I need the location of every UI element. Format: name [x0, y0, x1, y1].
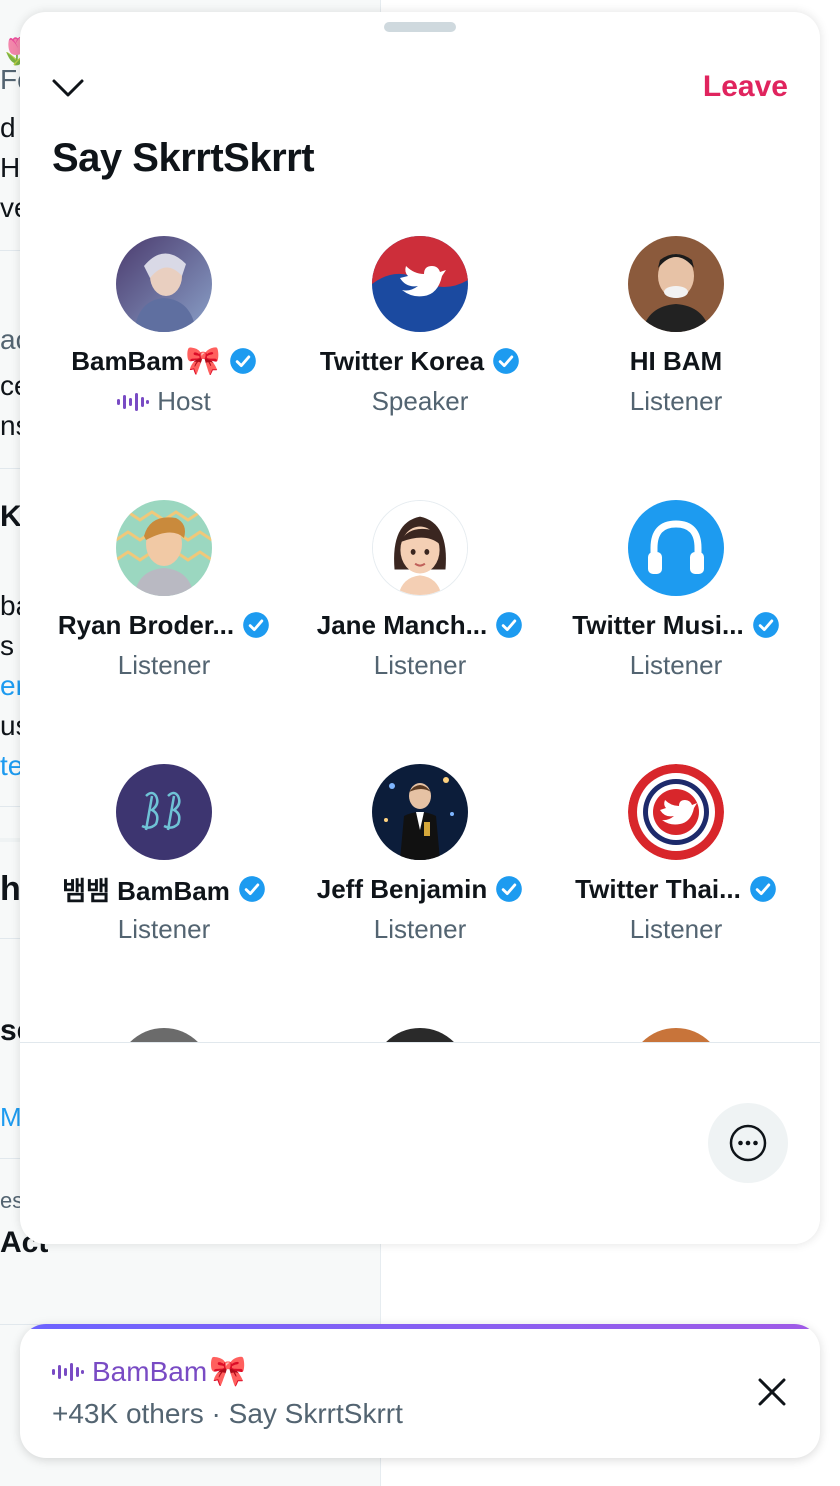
participant-card[interactable]: Jeff Benjamin Listener	[292, 764, 548, 945]
participant-name: Jeff Benjamin	[316, 873, 488, 904]
verified-badge-icon	[749, 876, 776, 902]
close-icon	[758, 1378, 786, 1406]
avatar	[372, 764, 468, 860]
participant-name: Twitter Korea	[319, 345, 485, 376]
participant-card[interactable]: BamBam 🎀 Host	[36, 236, 292, 417]
avatar	[372, 236, 468, 332]
drag-handle[interactable]	[384, 22, 456, 32]
mini-player-host: BamBam 🎀	[52, 1354, 247, 1389]
audio-wave-icon	[117, 392, 150, 411]
participant-role: Listener	[629, 914, 723, 944]
mini-player-accent-border	[20, 1324, 820, 1329]
mini-player-subtitle: +43K others · Say SkrrtSkrrt	[52, 1398, 403, 1429]
avatar	[116, 764, 212, 860]
avatar-partial[interactable]	[628, 1028, 724, 1042]
participant-role: Host	[157, 386, 211, 416]
avatar	[116, 236, 212, 332]
participant-name: Ryan Broder...	[57, 609, 235, 640]
ribbon-emoji: 🎀	[209, 1355, 247, 1388]
avatar-partial[interactable]	[116, 1028, 212, 1042]
more-horizontal-icon	[729, 1124, 767, 1162]
chevron-down-icon	[52, 79, 84, 97]
participant-name: HI BAM	[629, 345, 723, 376]
participant-name: BamBam	[71, 345, 184, 376]
participant-card[interactable]: Twitter Musi... Listener	[548, 500, 804, 681]
bg-text: s	[0, 630, 14, 661]
participant-card[interactable]: 뱀뱀 BamBam Listener	[36, 764, 292, 945]
participant-role: Listener	[373, 650, 467, 680]
space-mini-player[interactable]: BamBam 🎀 +43K others · Say SkrrtSkrrt	[20, 1324, 820, 1458]
space-sheet: Leave Say SkrrtSkrrt BamBam 🎀 Host Twitt…	[20, 12, 820, 1244]
participant-role: Listener	[629, 386, 723, 416]
participant-name: Twitter Thai...	[575, 873, 741, 904]
avatar	[628, 236, 724, 332]
verified-badge-icon	[243, 612, 269, 638]
participants-grid: BamBam 🎀 Host Twitter Korea Speaker HI B…	[20, 236, 820, 1042]
participant-card[interactable]: Ryan Broder... Listener	[36, 500, 292, 681]
bg-link[interactable]: M	[0, 1102, 22, 1133]
avatar-partial[interactable]	[372, 1028, 468, 1042]
mini-player-host-name: BamBam	[92, 1355, 208, 1387]
bg-text: d	[0, 112, 16, 143]
ribbon-emoji: 🎀	[185, 345, 221, 376]
participant-name: 뱀뱀 BamBam	[62, 875, 230, 906]
verified-badge-icon	[496, 876, 523, 902]
collapse-button[interactable]	[46, 66, 90, 110]
bg-text: K	[0, 500, 22, 533]
avatar	[628, 764, 724, 860]
verified-badge-icon	[239, 876, 265, 902]
verified-badge-icon	[493, 348, 519, 374]
space-action-bar	[20, 1042, 820, 1244]
participant-role: Listener	[117, 650, 211, 680]
participant-card[interactable]: Jane Manch... Listener	[292, 500, 548, 681]
participant-card[interactable]: Twitter Korea Speaker	[292, 236, 548, 417]
leave-button[interactable]: Leave	[703, 70, 788, 104]
verified-badge-icon	[496, 612, 523, 638]
avatar	[628, 500, 724, 596]
participant-card[interactable]: Twitter Thai... Listener	[548, 764, 804, 945]
participant-name: Twitter Musi...	[572, 609, 744, 640]
close-button[interactable]	[750, 1370, 794, 1414]
more-options-button[interactable]	[708, 1103, 788, 1183]
avatar	[372, 500, 468, 596]
participant-card[interactable]: HI BAM Listener	[548, 236, 804, 417]
verified-badge-icon	[752, 612, 779, 638]
participant-name: Jane Manch...	[316, 609, 488, 640]
participant-role: Speaker	[371, 386, 469, 416]
participant-role: Listener	[629, 650, 723, 680]
participant-role: Listener	[117, 914, 211, 944]
space-title: Say SkrrtSkrrt	[52, 136, 315, 180]
audio-wave-icon	[52, 1362, 84, 1381]
participant-role: Listener	[373, 914, 467, 944]
verified-badge-icon	[229, 348, 256, 374]
avatar	[116, 500, 212, 596]
bg-text: H	[0, 152, 21, 183]
